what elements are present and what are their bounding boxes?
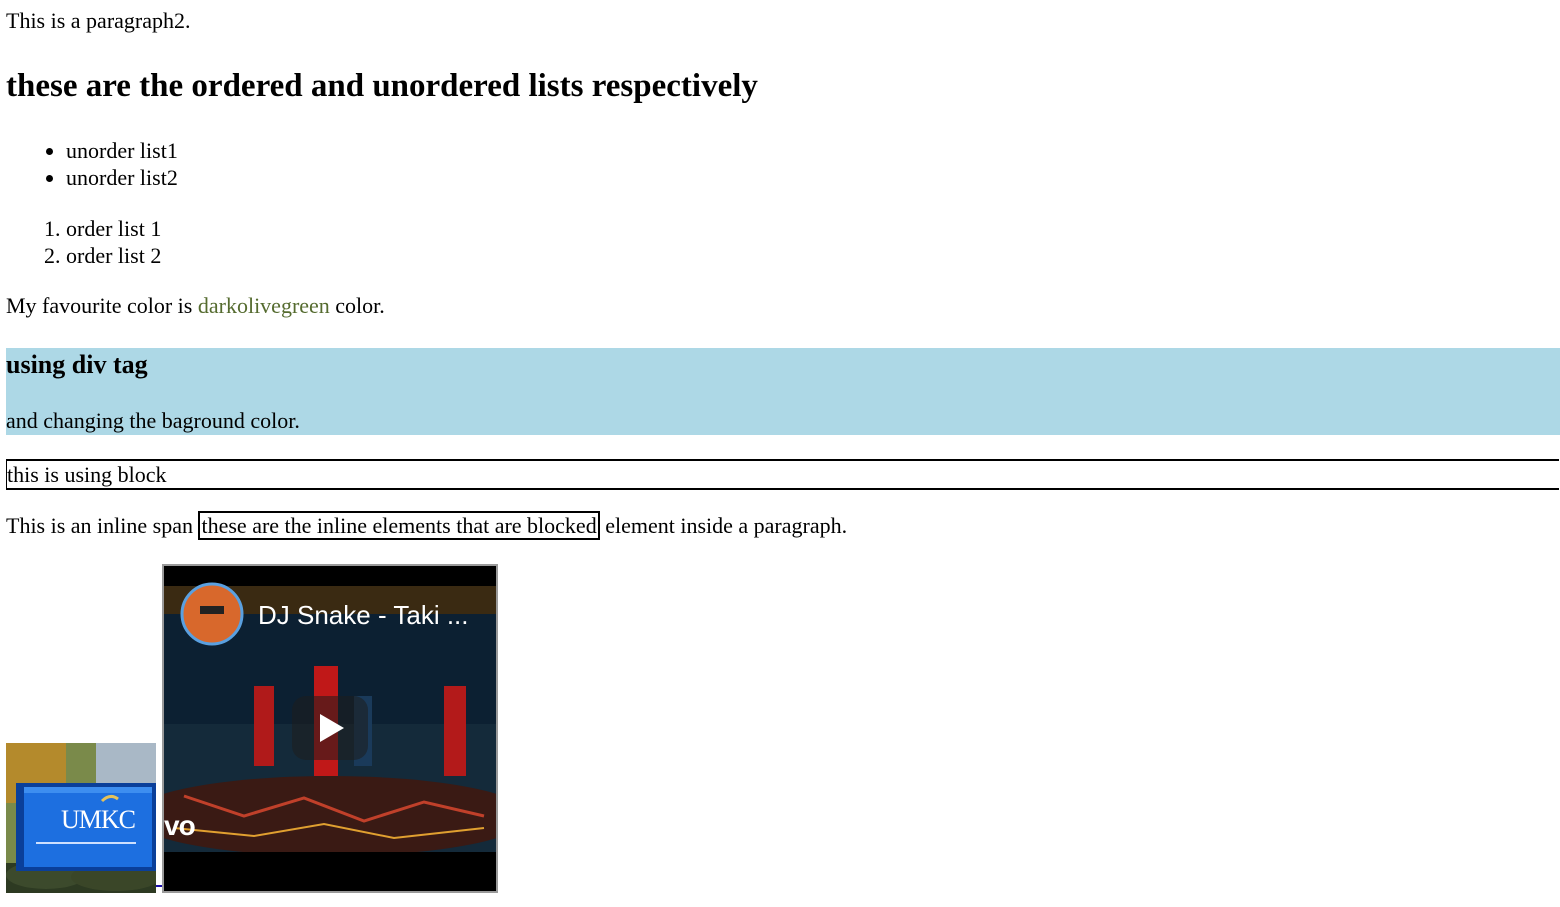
unordered-list: unorder list1 unorder list2	[6, 137, 178, 191]
favourite-color-paragraph: My favourite color is darkolivegreen col…	[6, 293, 385, 319]
inline-span-blocked: these are the inline elements that are b…	[198, 511, 600, 540]
list-item: unorder list2	[66, 164, 178, 191]
inline-suffix: element inside a paragraph.	[599, 513, 848, 538]
ordered-list: order list 1 order list 2	[6, 215, 161, 269]
favourite-suffix: color.	[329, 293, 385, 318]
vevo-watermark: vo	[164, 810, 196, 841]
play-button[interactable]	[292, 696, 368, 760]
favourite-color-word: darkolivegreen	[197, 293, 330, 318]
list-item: order list 2	[66, 242, 161, 269]
embedded-video-player[interactable]: DJ Snake - Taki ... vo	[162, 564, 498, 893]
umkc-sign-text: UMKC	[61, 805, 136, 834]
inline-prefix: This is an inline span	[6, 513, 199, 538]
play-icon	[320, 714, 344, 742]
paragraph-2: This is a paragraph2.	[6, 8, 191, 33]
video-title[interactable]: DJ Snake - Taki ...	[258, 600, 469, 631]
umkc-sign-image: UMKC	[6, 743, 156, 893]
div-section: using div tag and changing the baground …	[6, 348, 1560, 435]
lists-heading: these are the ordered and unordered list…	[6, 68, 758, 104]
list-item: unorder list1	[66, 137, 178, 164]
favourite-prefix: My favourite color is	[6, 293, 198, 318]
block-element: this is using block	[6, 459, 1559, 490]
div-text: and changing the baground color.	[6, 408, 300, 433]
list-item: order list 1	[66, 215, 161, 242]
div-heading: using div tag	[6, 350, 148, 379]
inline-paragraph: This is an inline span these are the inl…	[6, 511, 848, 540]
